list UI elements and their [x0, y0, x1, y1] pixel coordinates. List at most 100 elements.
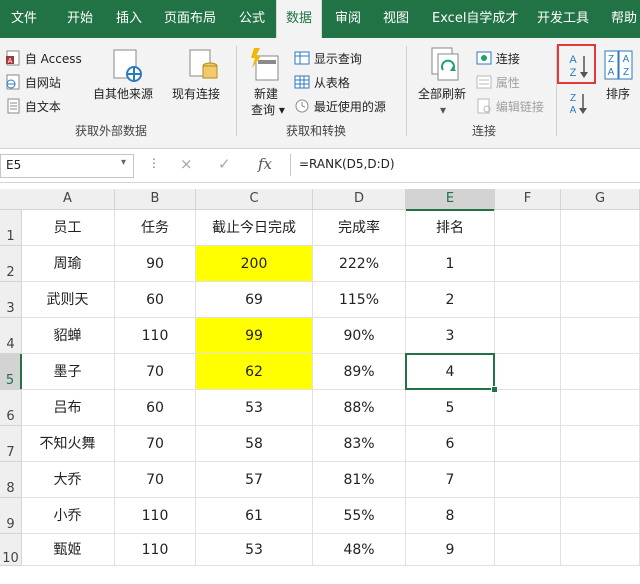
name-box[interactable]: E5 ▾ [0, 154, 134, 178]
formula-input[interactable]: =RANK(D5,D:D) [290, 154, 640, 176]
column-header[interactable]: F [495, 189, 561, 210]
cell-e1[interactable]: 排名 [406, 210, 495, 246]
cell-d10[interactable]: 48% [313, 534, 406, 566]
cell-b8[interactable]: 70 [115, 462, 196, 498]
cell-f3[interactable] [495, 282, 561, 318]
cell-e8[interactable]: 7 [406, 462, 495, 498]
cell-a9[interactable]: 小乔 [21, 498, 115, 534]
cell-a4[interactable]: 貂蝉 [21, 318, 115, 354]
cell-g2[interactable] [561, 246, 640, 282]
sort-button[interactable]: 排序 [606, 86, 630, 102]
cell-c1[interactable]: 截止今日完成 [196, 210, 313, 246]
row-header[interactable]: 8 [0, 462, 22, 498]
from-access-button[interactable]: A 自 Access [5, 50, 82, 67]
from-web-button[interactable]: 自网站 [5, 74, 61, 91]
cell-a6[interactable]: 吕布 [21, 390, 115, 426]
show-queries-button[interactable]: 显示查询 [294, 50, 362, 67]
tab-page-layout[interactable]: 页面布局 [164, 0, 216, 38]
cell-a8[interactable]: 大乔 [21, 462, 115, 498]
cell-d1[interactable]: 完成率 [313, 210, 406, 246]
row-header[interactable]: 2 [0, 246, 22, 282]
cell-f6[interactable] [495, 390, 561, 426]
insert-function-icon[interactable]: fx [258, 155, 272, 173]
cell-f9[interactable] [495, 498, 561, 534]
cell-f8[interactable] [495, 462, 561, 498]
cell-d4[interactable]: 90% [313, 318, 406, 354]
cell-f10[interactable] [495, 534, 561, 566]
refresh-all-button[interactable]: 全部刷新 [418, 86, 466, 102]
cell-d9[interactable]: 55% [313, 498, 406, 534]
tab-home[interactable]: 开始 [67, 0, 93, 38]
column-header[interactable]: D [313, 189, 406, 210]
cell-b1[interactable]: 任务 [115, 210, 196, 246]
chevron-down-icon[interactable]: ▾ [121, 157, 126, 168]
cell-e10[interactable]: 9 [406, 534, 495, 566]
cell-b2[interactable]: 90 [115, 246, 196, 282]
tab-view[interactable]: 视图 [383, 0, 409, 38]
new-query-button[interactable]: 查询 ▾ [251, 102, 285, 118]
refresh-all-dropdown[interactable]: ▾ [440, 102, 446, 118]
cell-a3[interactable]: 武则天 [21, 282, 115, 318]
tab-help[interactable]: 帮助 [611, 0, 637, 38]
row-header[interactable]: 10 [0, 534, 22, 566]
cell-b5[interactable]: 70 [115, 354, 196, 390]
select-all-corner[interactable] [0, 189, 22, 210]
cell-b3[interactable]: 60 [115, 282, 196, 318]
cell-a5[interactable]: 墨子 [21, 354, 115, 390]
column-header[interactable]: B [115, 189, 196, 210]
cell-d2[interactable]: 222% [313, 246, 406, 282]
cell-c7[interactable]: 58 [196, 426, 313, 462]
tab-insert[interactable]: 插入 [116, 0, 142, 38]
cell-b10[interactable]: 110 [115, 534, 196, 566]
cell-g5[interactable] [561, 354, 640, 390]
cell-b9[interactable]: 110 [115, 498, 196, 534]
cell-c9[interactable]: 61 [196, 498, 313, 534]
cell-g3[interactable] [561, 282, 640, 318]
tab-file[interactable]: 文件 [11, 0, 37, 38]
cell-f5[interactable] [495, 354, 561, 390]
cell-e4[interactable]: 3 [406, 318, 495, 354]
cell-g7[interactable] [561, 426, 640, 462]
cell-g4[interactable] [561, 318, 640, 354]
more-options-icon[interactable]: ⋮ [148, 156, 160, 170]
cell-f7[interactable] [495, 426, 561, 462]
sort-z-to-a-icon[interactable]: ZA [563, 90, 591, 116]
cell-g10[interactable] [561, 534, 640, 566]
cell-c2[interactable]: 200 [196, 246, 313, 282]
cell-c8[interactable]: 57 [196, 462, 313, 498]
cell-a2[interactable]: 周瑜 [21, 246, 115, 282]
existing-connections-button[interactable]: 现有连接 [172, 86, 220, 102]
cell-e9[interactable]: 8 [406, 498, 495, 534]
recent-sources-button[interactable]: 最近使用的源 [294, 98, 386, 115]
row-header[interactable]: 4 [0, 318, 22, 354]
tab-data[interactable]: 数据 [276, 0, 323, 39]
column-header[interactable]: A [21, 189, 115, 210]
from-table-button[interactable]: 从表格 [294, 74, 350, 91]
row-header[interactable]: 3 [0, 282, 22, 318]
cell-c5[interactable]: 62 [196, 354, 313, 390]
cell-g1[interactable] [561, 210, 640, 246]
column-header[interactable]: C [196, 189, 313, 210]
other-sources-button[interactable]: 自其他来源 [93, 86, 153, 102]
new-query-label-1[interactable]: 新建 [254, 86, 278, 102]
cell-g9[interactable] [561, 498, 640, 534]
column-header[interactable]: E [406, 189, 495, 211]
cell-e7[interactable]: 6 [406, 426, 495, 462]
fill-handle[interactable] [491, 386, 498, 393]
cell-c4[interactable]: 99 [196, 318, 313, 354]
row-header[interactable]: 5 [0, 354, 22, 390]
row-header[interactable]: 1 [0, 210, 22, 246]
enter-icon[interactable]: ✓ [218, 155, 231, 173]
cell-f2[interactable] [495, 246, 561, 282]
cell-g6[interactable] [561, 390, 640, 426]
cell-c6[interactable]: 53 [196, 390, 313, 426]
cell-c10[interactable]: 53 [196, 534, 313, 566]
row-header[interactable]: 9 [0, 498, 22, 534]
row-header[interactable]: 7 [0, 426, 22, 462]
cell-d5[interactable]: 89% [313, 354, 406, 390]
row-header[interactable]: 6 [0, 390, 22, 426]
tab-developer[interactable]: 开发工具 [537, 0, 589, 38]
cell-d3[interactable]: 115% [313, 282, 406, 318]
column-header[interactable]: G [561, 189, 640, 210]
active-cell-border[interactable] [405, 353, 495, 390]
